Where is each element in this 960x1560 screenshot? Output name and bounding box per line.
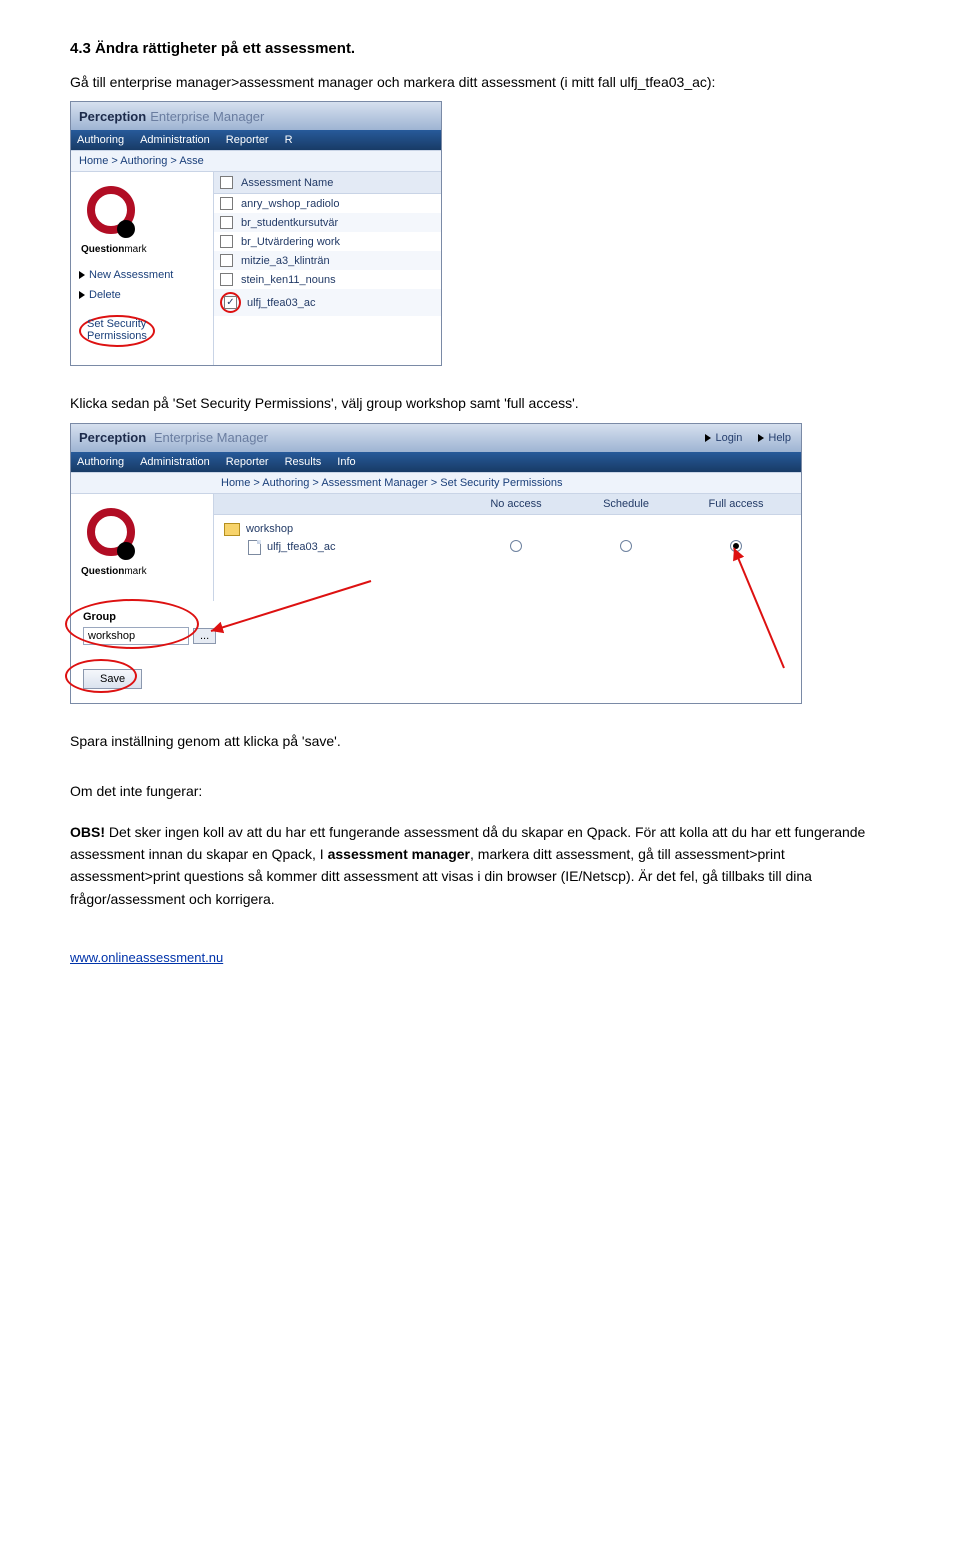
link-label: Help	[768, 432, 791, 444]
paragraph-3: Spara inställning genom att klicka på 's…	[70, 730, 890, 752]
questionmark-logo	[83, 504, 139, 560]
paragraph-4: OBS! Det sker ingen koll av att du har e…	[70, 821, 890, 911]
menu-item[interactable]: Administration	[140, 456, 210, 468]
obs-label: OBS!	[70, 824, 105, 840]
highlight-ring: ✓	[220, 292, 241, 313]
menu-item[interactable]: Administration	[140, 134, 210, 146]
breadcrumb-link[interactable]: Assessment Manager	[321, 477, 427, 489]
arrow-icon	[758, 434, 764, 442]
app-title-sub: Enterprise Manager	[150, 109, 264, 124]
brand-text: Questionmark	[81, 566, 207, 577]
select-all-checkbox[interactable]	[220, 176, 233, 189]
folder-icon	[224, 523, 240, 536]
menu-item[interactable]: Info	[337, 456, 355, 468]
screenshot-set-security-permissions: Perception Enterprise Manager Login Help…	[70, 423, 802, 704]
app-title-main: Perception	[79, 109, 146, 124]
breadcrumb-link[interactable]: Authoring	[120, 155, 167, 167]
menu-item[interactable]: Authoring	[77, 456, 124, 468]
assessment-row-selected[interactable]: ✓ ulfj_tfea03_ac	[214, 289, 441, 316]
new-assessment-link[interactable]: New Assessment	[79, 269, 205, 281]
row-label: br_Utvärdering work	[241, 236, 340, 248]
breadcrumb: Home > Authoring > Assessment Manager > …	[71, 472, 801, 494]
breadcrumb-link[interactable]: Authoring	[262, 477, 309, 489]
footer-link[interactable]: www.onlineassessment.nu	[70, 950, 890, 965]
row-checkbox[interactable]: ✓	[224, 296, 237, 309]
table-header: Assessment Name	[214, 172, 441, 194]
radio-schedule[interactable]	[620, 540, 632, 552]
menu-item[interactable]: Authoring	[77, 134, 124, 146]
screenshot-assessment-manager: Perception Enterprise Manager Authoring …	[70, 101, 442, 366]
column-header-label: Assessment Name	[241, 177, 333, 189]
column-no-access: No access	[461, 498, 571, 510]
row-label: stein_ken11_nouns	[241, 274, 336, 286]
highlight-ring	[65, 659, 137, 693]
assessment-permission-row: ulfj_tfea03_ac	[224, 538, 791, 557]
arrow-icon	[705, 434, 711, 442]
section-heading: 4.3 Ändra rättigheter på ett assessment.	[70, 40, 890, 57]
delete-link[interactable]: Delete	[79, 289, 205, 301]
breadcrumb-link[interactable]: Home	[221, 477, 250, 489]
breadcrumb: Home > Authoring > Asse	[71, 150, 441, 172]
assessment-row[interactable]: stein_ken11_nouns	[214, 270, 441, 289]
document-icon	[248, 540, 261, 555]
login-link[interactable]: Login	[705, 432, 742, 444]
radio-full-access[interactable]	[730, 540, 742, 552]
p4-seg-b: assessment manager	[328, 846, 470, 862]
highlight-ring: Set Security Permissions	[79, 315, 155, 347]
link-label-line2: Permissions	[87, 330, 147, 342]
column-schedule: Schedule	[571, 498, 681, 510]
menu-item[interactable]: R	[285, 134, 293, 146]
assessment-row[interactable]: br_Utvärdering work	[214, 232, 441, 251]
app-title-sub: Enterprise Manager	[154, 430, 268, 445]
row-label: mitzie_a3_klinträn	[241, 255, 330, 267]
paragraph-1: Gå till enterprise manager>assessment ma…	[70, 71, 890, 93]
questionmark-logo	[83, 182, 139, 238]
folder-row: workshop	[224, 521, 791, 538]
row-checkbox[interactable]	[220, 216, 233, 229]
row-checkbox[interactable]	[220, 197, 233, 210]
breadcrumb-link[interactable]: Asse	[179, 155, 203, 167]
app-title-main: Perception	[79, 430, 146, 445]
help-link[interactable]: Help	[758, 432, 791, 444]
troubleshoot-heading: Om det inte fungerar:	[70, 780, 890, 802]
link-label: Login	[715, 432, 742, 444]
folder-label: workshop	[246, 523, 293, 535]
row-label: anry_wshop_radiolo	[241, 198, 339, 210]
link-label: New Assessment	[89, 269, 173, 281]
brand-text: Questionmark	[81, 244, 207, 255]
radio-no-access[interactable]	[510, 540, 522, 552]
highlight-ring	[65, 599, 199, 649]
main-menu-bar: Authoring Administration Reporter R	[71, 130, 441, 150]
breadcrumb-link[interactable]: Set Security Permissions	[440, 477, 562, 489]
app-title-bar: Perception Enterprise Manager	[71, 102, 441, 130]
row-label: br_studentkursutvär	[241, 217, 338, 229]
item-label: ulfj_tfea03_ac	[267, 541, 336, 553]
row-checkbox[interactable]	[220, 273, 233, 286]
main-menu-bar: Authoring Administration Reporter Result…	[71, 452, 801, 472]
assessment-row[interactable]: anry_wshop_radiolo	[214, 194, 441, 213]
row-checkbox[interactable]	[220, 254, 233, 267]
paragraph-2: Klicka sedan på 'Set Security Permission…	[70, 392, 890, 414]
assessment-row[interactable]: mitzie_a3_klinträn	[214, 251, 441, 270]
column-full-access: Full access	[681, 498, 791, 510]
permissions-header-row: No access Schedule Full access	[214, 494, 801, 515]
menu-item[interactable]: Reporter	[226, 456, 269, 468]
menu-item[interactable]: Results	[285, 456, 322, 468]
row-checkbox[interactable]	[220, 235, 233, 248]
assessment-row[interactable]: br_studentkursutvär	[214, 213, 441, 232]
link-label: Delete	[89, 289, 121, 301]
set-security-permissions-link[interactable]: Set Security Permissions	[79, 315, 205, 347]
menu-item[interactable]: Reporter	[226, 134, 269, 146]
app-title-bar: Perception Enterprise Manager Login Help	[71, 424, 801, 452]
arrow-icon	[79, 271, 85, 279]
breadcrumb-link[interactable]: Home	[79, 155, 108, 167]
arrow-icon	[79, 291, 85, 299]
row-label: ulfj_tfea03_ac	[247, 297, 316, 309]
link-label-line1: Set Security	[87, 318, 146, 330]
